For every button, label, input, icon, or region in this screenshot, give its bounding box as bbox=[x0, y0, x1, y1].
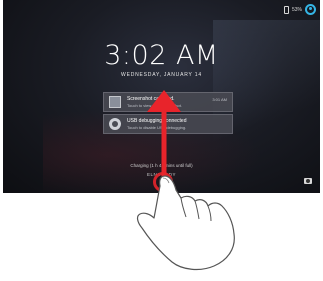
pointing-hand-icon bbox=[136, 175, 235, 271]
